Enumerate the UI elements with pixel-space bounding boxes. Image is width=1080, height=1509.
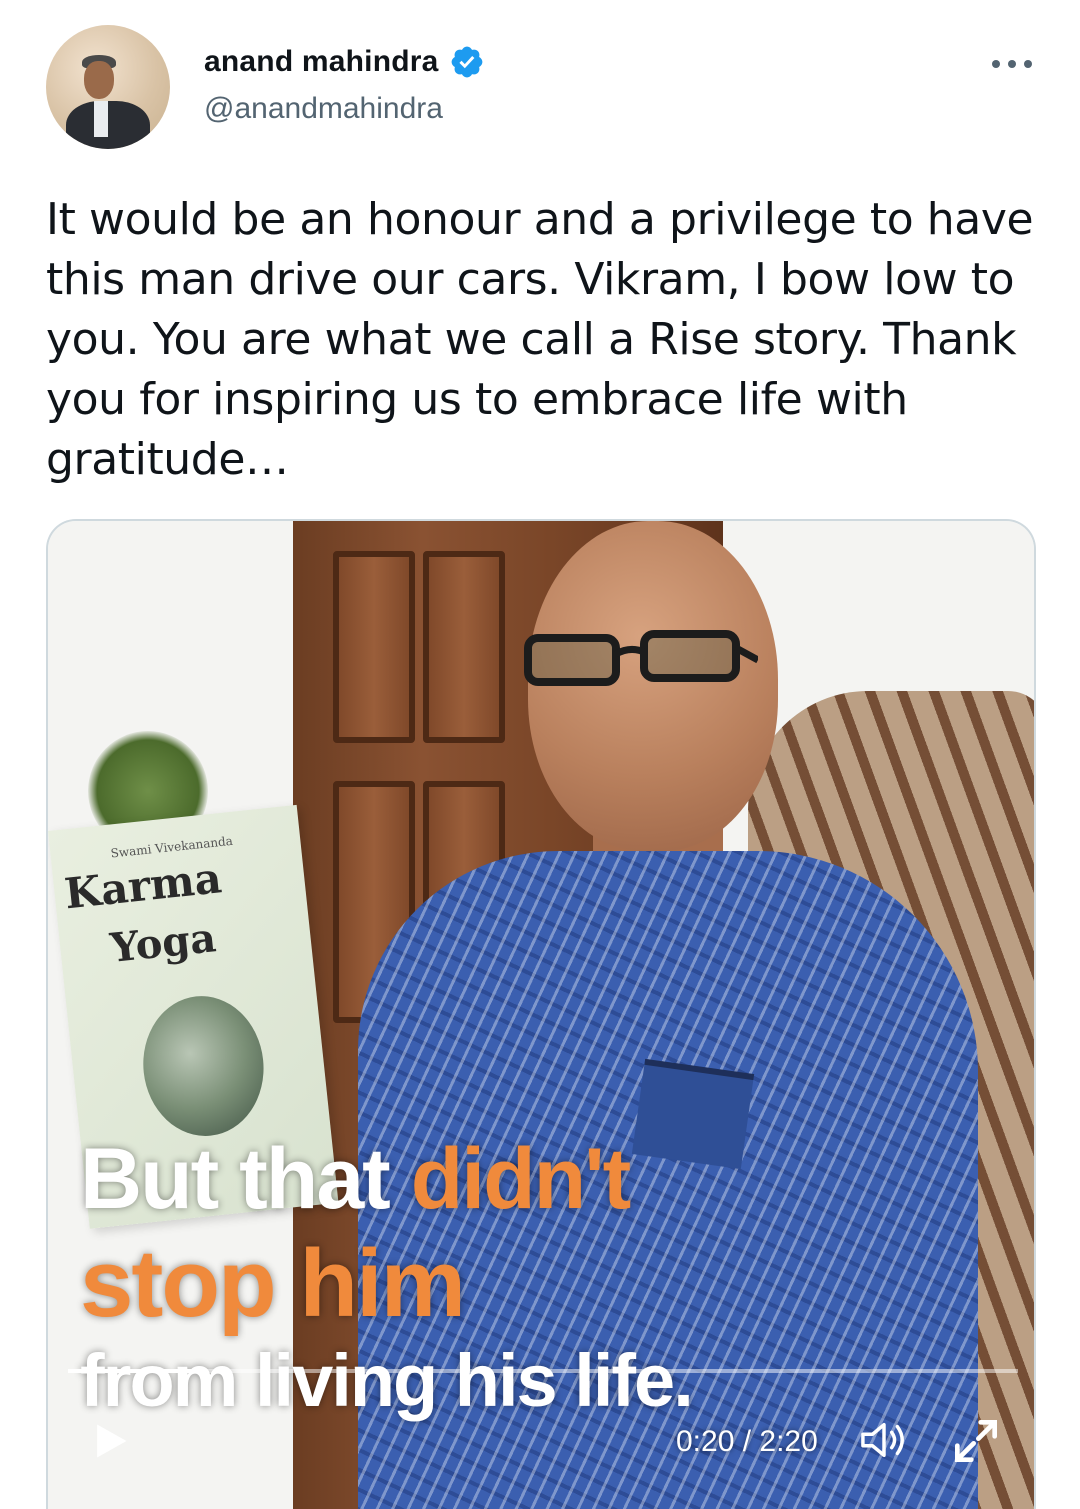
fullscreen-icon[interactable]	[948, 1413, 1004, 1469]
duration: 2:20	[759, 1425, 818, 1458]
caption-line1-white: But that	[80, 1131, 411, 1227]
avatar-face	[84, 61, 114, 99]
avatar[interactable]	[46, 25, 170, 149]
current-time: 0:20	[676, 1425, 735, 1458]
verified-badge-icon	[451, 46, 482, 78]
avatar-shirt	[94, 101, 108, 137]
video-caption: But that didn't stop him from living his…	[80, 1136, 694, 1418]
video-progress-bar[interactable]	[68, 1369, 1018, 1373]
door-panel	[423, 551, 505, 743]
more-dot	[1008, 60, 1016, 68]
play-icon[interactable]	[88, 1419, 132, 1463]
person-head	[528, 521, 778, 851]
tweet-text: It would be an honour and a privilege to…	[46, 194, 1034, 485]
book-title-line2: Yoga	[108, 914, 219, 972]
caption-line2: stop him	[80, 1230, 466, 1337]
book-title-line1: Karma	[62, 853, 224, 919]
caption-line1: But that didn't	[80, 1136, 692, 1222]
more-icon[interactable]	[992, 52, 1032, 76]
avatar-suit	[66, 101, 150, 149]
glasses	[524, 630, 758, 686]
video-progress-fill	[68, 1369, 204, 1373]
volume-icon[interactable]	[856, 1417, 912, 1463]
book-cover-art	[136, 990, 271, 1142]
door-panel	[333, 551, 415, 743]
caption-line1-orange: didn't	[410, 1131, 632, 1227]
video-player[interactable]: Swami Vivekananda Karma Yoga But that di…	[46, 519, 1036, 1509]
video-time: 0:20 / 2:20	[676, 1425, 818, 1459]
author-name[interactable]: anand mahindra	[204, 45, 439, 79]
more-dot	[1024, 60, 1032, 68]
time-separator: /	[734, 1425, 760, 1458]
more-dot	[992, 60, 1000, 68]
author-name-row[interactable]: anand mahindra	[204, 44, 485, 80]
video-controls: 0:20 / 2:20	[48, 1401, 1034, 1501]
author-handle[interactable]: @anandmahindra	[204, 92, 443, 126]
